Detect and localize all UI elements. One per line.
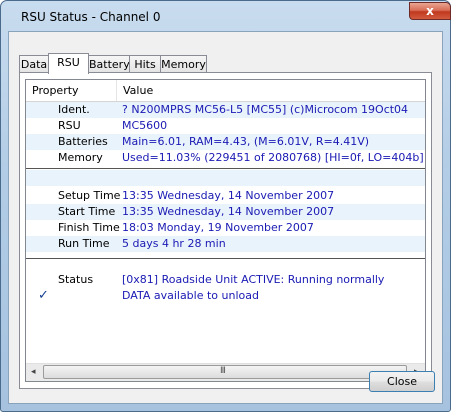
value-cell: [0x81] Roadside Unit ACTIVE: Running nor…: [122, 273, 385, 286]
value-cell: ? N200MPRS MC56-L5 [MC55] (c)Microcom 19…: [122, 103, 409, 116]
property-cell: Setup Time: [58, 189, 121, 202]
property-cell: RSU: [58, 119, 81, 132]
property-list[interactable]: Property Value Ident. ? N200MPRS MC56-L5…: [25, 79, 426, 382]
value-cell: Used=11.03% (229451 of 2080768) [HI=0f, …: [122, 151, 424, 164]
list-item[interactable]: [26, 170, 425, 186]
group-divider: [26, 168, 425, 169]
property-cell: Run Time: [58, 237, 110, 250]
list-item[interactable]: Batteries Main=6.01, RAM=4.43, (M=6.01V,…: [26, 134, 425, 150]
scroll-left-icon[interactable]: ◂: [31, 367, 36, 377]
value-cell: DATA available to unload: [122, 289, 259, 302]
value-cell: 5 days 4 hr 28 min: [122, 237, 226, 250]
window-title: RSU Status - Channel 0: [21, 10, 161, 24]
tab-memory[interactable]: Memory: [160, 55, 207, 73]
column-header-value[interactable]: Value: [123, 84, 153, 97]
scrollbar-grip-icon: III: [220, 366, 226, 376]
value-cell: MC5600: [122, 119, 168, 132]
list-item[interactable]: Setup Time 13:35 Wednesday, 14 November …: [26, 188, 425, 204]
window-close-icon[interactable]: x: [409, 2, 451, 20]
list-item[interactable]: RSU MC5600: [26, 118, 425, 134]
list-item[interactable]: Finish Time 18:03 Monday, 19 November 20…: [26, 220, 425, 236]
list-header: Property Value: [26, 80, 425, 102]
title-bar[interactable]: RSU Status - Channel 0 x: [1, 1, 451, 31]
rsu-tab-panel: Property Value Ident. ? N200MPRS MC56-L5…: [19, 72, 432, 389]
scrollbar-thumb[interactable]: III: [43, 365, 407, 379]
property-cell: Batteries: [58, 135, 108, 148]
list-item[interactable]: Status [0x81] Roadside Unit ACTIVE: Runn…: [26, 272, 425, 288]
checkmark-icon: ✓: [38, 288, 49, 303]
property-cell: Memory: [58, 151, 103, 164]
value-cell: 13:35 Wednesday, 14 November 2007: [122, 189, 335, 202]
list-item[interactable]: Start Time 13:35 Wednesday, 14 November …: [26, 204, 425, 220]
horizontal-scrollbar[interactable]: ◂ III ▸: [26, 363, 425, 381]
tab-hits[interactable]: Hits: [129, 55, 161, 73]
property-cell: Start Time: [58, 205, 116, 218]
property-cell: Status: [58, 273, 94, 286]
close-button[interactable]: Close: [369, 371, 435, 392]
property-cell: Ident.: [58, 103, 90, 116]
tab-data[interactable]: Data: [19, 55, 49, 73]
tab-rsu[interactable]: RSU: [48, 53, 89, 74]
list-item[interactable]: ✓ DATA available to unload: [26, 288, 425, 304]
column-divider[interactable]: [116, 80, 117, 101]
tab-battery[interactable]: Battery: [88, 55, 130, 73]
column-header-property[interactable]: Property: [32, 84, 79, 97]
value-cell: 13:35 Wednesday, 14 November 2007: [122, 205, 335, 218]
list-item[interactable]: Run Time 5 days 4 hr 28 min: [26, 236, 425, 252]
property-cell: Finish Time: [58, 221, 120, 234]
value-cell: Main=6.01, RAM=4.43, (M=6.01V, R=4.41V): [122, 135, 370, 148]
dialog-client-area: Data RSU Battery Hits Memory Property Va…: [8, 31, 443, 404]
group-divider: [26, 258, 425, 259]
list-item[interactable]: Memory Used=11.03% (229451 of 2080768) […: [26, 150, 425, 166]
list-item[interactable]: Ident. ? N200MPRS MC56-L5 [MC55] (c)Micr…: [26, 102, 425, 118]
rsu-status-window: RSU Status - Channel 0 x Data RSU Batter…: [0, 0, 451, 412]
value-cell: 18:03 Monday, 19 November 2007: [122, 221, 314, 234]
